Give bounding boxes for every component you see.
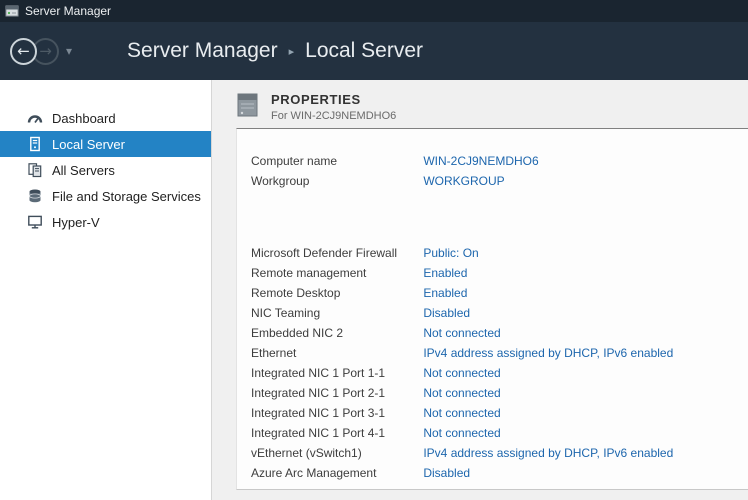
properties-panel: Computer name WIN-2CJ9NEMDHO6 Workgroup … [236, 128, 748, 490]
breadcrumb-local-server[interactable]: Local Server [305, 39, 423, 63]
property-row-remote-management: Remote management Enabled [251, 263, 748, 283]
property-row-azure-arc: Azure Arc Management Disabled [251, 463, 748, 483]
storage-icon [26, 188, 43, 205]
property-row-nic-teaming: NIC Teaming Disabled [251, 303, 748, 323]
property-label: Integrated NIC 1 Port 1-1 [251, 363, 420, 383]
sidebar-item-hyper-v[interactable]: Hyper-V [0, 209, 211, 235]
property-label: Integrated NIC 1 Port 2-1 [251, 383, 420, 403]
breadcrumb-server-manager[interactable]: Server Manager [127, 39, 278, 63]
property-value-link[interactable]: Enabled [423, 266, 467, 280]
property-row-integrated-nic-1-1: Integrated NIC 1 Port 1-1 Not connected [251, 363, 748, 383]
properties-server-icon [236, 93, 259, 121]
breadcrumb: Server Manager ▸ Local Server [127, 39, 423, 63]
titlebar: Server Manager [0, 0, 748, 22]
property-value-link[interactable]: Not connected [423, 406, 500, 420]
dashboard-gauge-icon [26, 110, 43, 127]
property-row-remote-desktop: Remote Desktop Enabled [251, 283, 748, 303]
property-label: Integrated NIC 1 Port 3-1 [251, 403, 420, 423]
property-row-firewall: Microsoft Defender Firewall Public: On [251, 243, 748, 263]
property-label: Integrated NIC 1 Port 4-1 [251, 423, 420, 443]
sidebar: Dashboard Local Server [0, 80, 212, 500]
navigation-bar: ← → ▾ Server Manager ▸ Local Server [0, 22, 748, 80]
property-value-link[interactable]: Not connected [423, 326, 500, 340]
property-label: NIC Teaming [251, 303, 420, 323]
property-label: Embedded NIC 2 [251, 323, 420, 343]
sidebar-item-dashboard[interactable]: Dashboard [0, 105, 211, 131]
property-row-embedded-nic-2: Embedded NIC 2 Not connected [251, 323, 748, 343]
sidebar-item-file-and-storage-services[interactable]: File and Storage Services ▷ [0, 183, 211, 209]
property-row-ethernet: Ethernet IPv4 address assigned by DHCP, … [251, 343, 748, 363]
property-label: vEthernet (vSwitch1) [251, 443, 420, 463]
app-body: Dashboard Local Server [0, 80, 748, 500]
back-arrow-icon: ← [17, 44, 30, 59]
property-value-link[interactable]: Enabled [423, 286, 467, 300]
back-button[interactable]: ← [10, 38, 37, 65]
property-value-link[interactable]: IPv4 address assigned by DHCP, IPv6 enab… [423, 346, 673, 360]
section-title: PROPERTIES [271, 92, 396, 107]
property-value-link[interactable]: Disabled [423, 466, 470, 480]
property-label: Computer name [251, 151, 420, 171]
local-server-icon [26, 136, 43, 153]
sidebar-item-label: Local Server [52, 137, 125, 152]
hyperv-monitor-icon [26, 214, 43, 231]
forward-arrow-icon: → [39, 44, 52, 59]
nav-history-dropdown-icon[interactable]: ▾ [66, 44, 72, 58]
server-manager-app-icon [5, 4, 19, 18]
property-value-link[interactable]: Disabled [423, 306, 470, 320]
all-servers-icon [26, 162, 43, 179]
property-value-link[interactable]: Not connected [423, 366, 500, 380]
sidebar-item-label: Hyper-V [52, 215, 100, 230]
property-label: Workgroup [251, 171, 420, 191]
property-label: Azure Arc Management [251, 463, 420, 483]
property-label: Remote management [251, 263, 420, 283]
property-value-link[interactable]: Public: On [423, 246, 478, 260]
property-value-link[interactable]: WORKGROUP [423, 174, 504, 188]
property-row-integrated-nic-4-1: Integrated NIC 1 Port 4-1 Not connected [251, 423, 748, 443]
property-row-integrated-nic-3-1: Integrated NIC 1 Port 3-1 Not connected [251, 403, 748, 423]
section-subtitle: For WIN-2CJ9NEMDHO6 [271, 110, 396, 122]
main-content: PROPERTIES For WIN-2CJ9NEMDHO6 Computer … [212, 80, 748, 500]
breadcrumb-separator-icon: ▸ [278, 45, 306, 58]
property-label: Ethernet [251, 343, 420, 363]
sidebar-item-all-servers[interactable]: All Servers [0, 157, 211, 183]
property-value-link[interactable]: Not connected [423, 426, 500, 440]
properties-header: PROPERTIES For WIN-2CJ9NEMDHO6 [236, 92, 396, 122]
property-row-vethernet: vEthernet (vSwitch1) IPv4 address assign… [251, 443, 748, 463]
sidebar-item-label: All Servers [52, 163, 115, 178]
property-label: Microsoft Defender Firewall [251, 243, 420, 263]
property-value-link[interactable]: IPv4 address assigned by DHCP, IPv6 enab… [423, 446, 673, 460]
nav-buttons: ← → ▾ [10, 38, 72, 65]
property-row-workgroup: Workgroup WORKGROUP [251, 171, 748, 191]
sidebar-item-label: Dashboard [52, 111, 116, 126]
property-value-link[interactable]: Not connected [423, 386, 500, 400]
property-row-integrated-nic-2-1: Integrated NIC 1 Port 2-1 Not connected [251, 383, 748, 403]
sidebar-item-local-server[interactable]: Local Server [0, 131, 211, 157]
sidebar-item-label: File and Storage Services [52, 189, 201, 204]
window-title: Server Manager [25, 4, 111, 18]
property-row-computer-name: Computer name WIN-2CJ9NEMDHO6 [251, 151, 748, 171]
property-label: Remote Desktop [251, 283, 420, 303]
property-value-link[interactable]: WIN-2CJ9NEMDHO6 [423, 154, 538, 168]
